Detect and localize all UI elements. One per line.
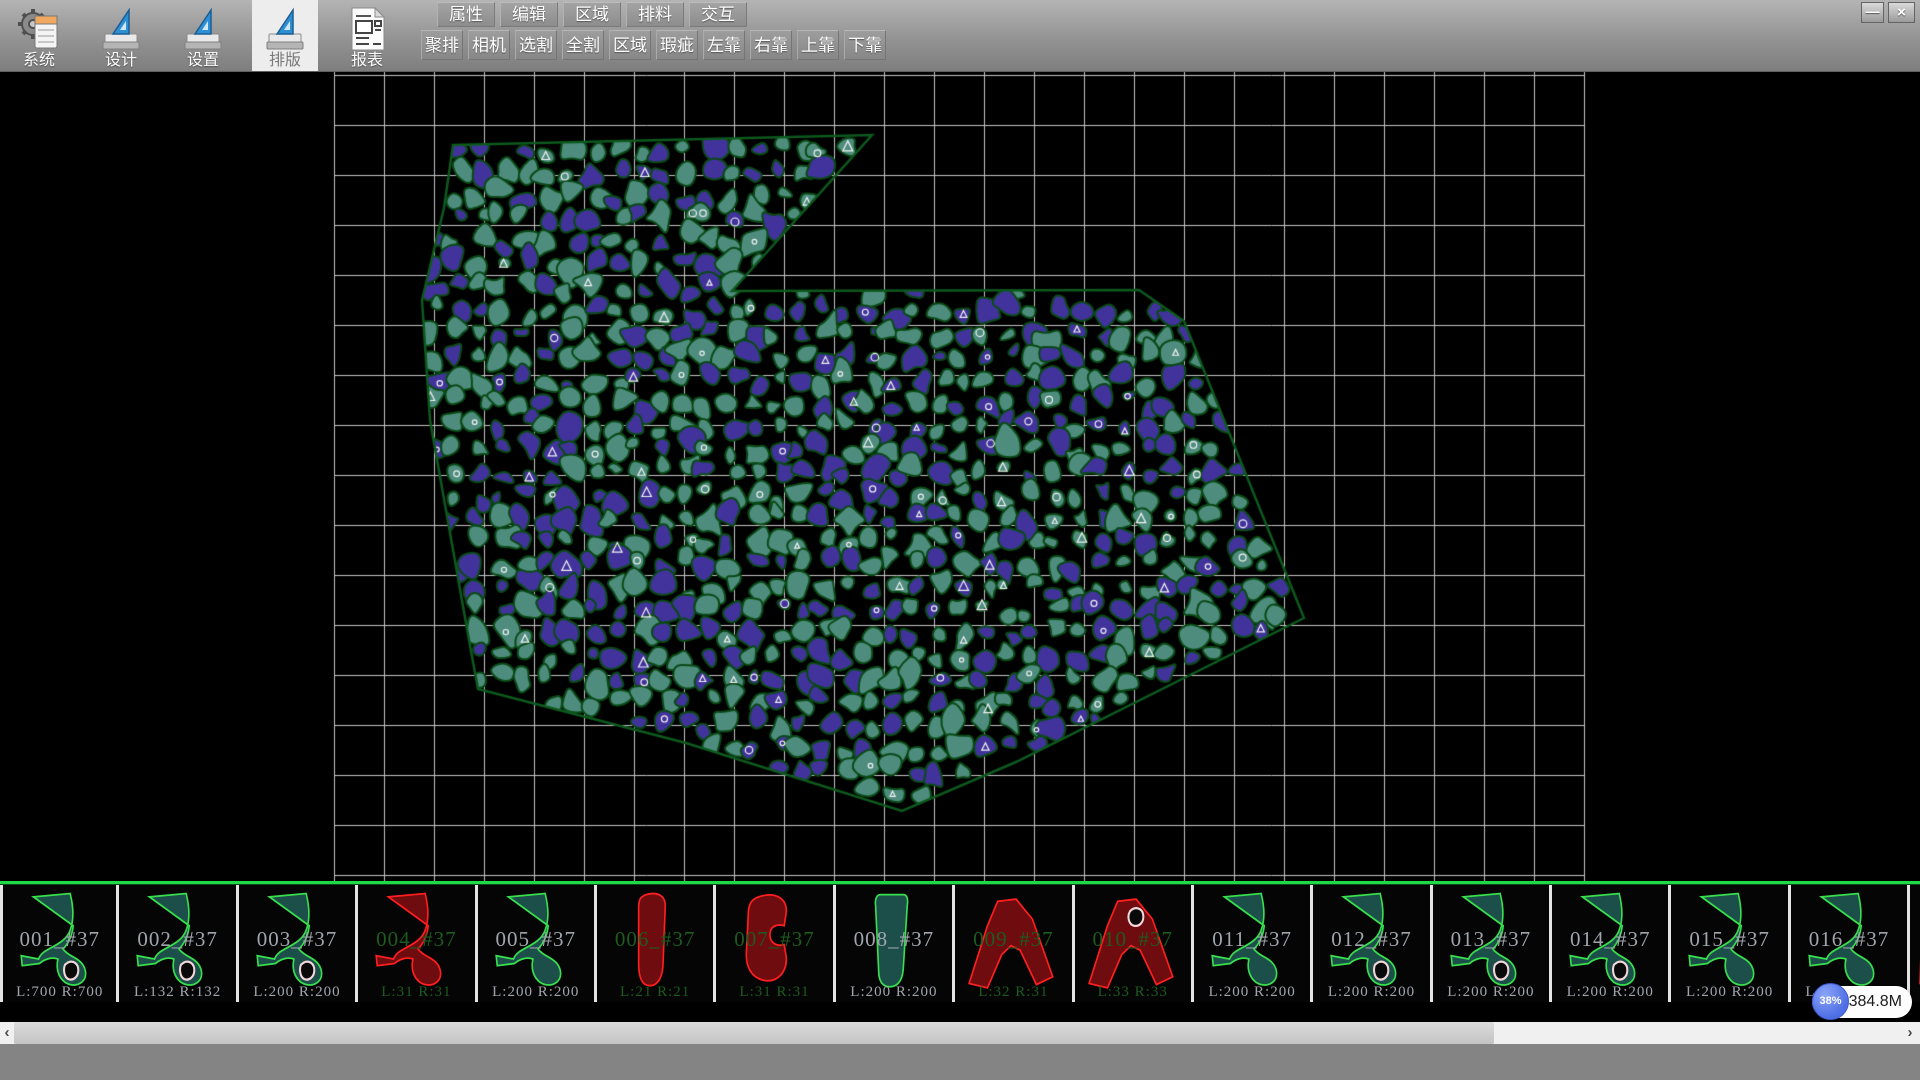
thumbnail-cell-2[interactable]: 002_#37L:132 R:132 xyxy=(119,885,238,1002)
progress-percent-badge: 38% xyxy=(1812,983,1849,1020)
report-icon xyxy=(345,6,389,52)
scroll-left-arrow-icon[interactable]: ‹ xyxy=(0,1022,14,1044)
thumbnail-cell-6[interactable]: 006_#37L:21 R:21 xyxy=(597,885,716,1002)
piece-shape xyxy=(486,888,588,999)
app-button-label: 设置 xyxy=(187,52,219,69)
app-button-2[interactable]: 设计 xyxy=(88,0,154,71)
thumbnail-cell-9[interactable]: 009_#37L:32 R:31 xyxy=(955,885,1074,1002)
piece-shape xyxy=(1679,888,1781,999)
piece-shape xyxy=(724,888,826,999)
piece-shape xyxy=(247,888,349,999)
nesting-workspace xyxy=(0,72,1920,881)
piece-shape xyxy=(1799,888,1901,999)
tool-button-3[interactable]: 选割 xyxy=(515,30,557,60)
tool-button-8[interactable]: 右靠 xyxy=(750,30,792,60)
status-badge: 38% 384.8M xyxy=(1812,986,1912,1018)
main-toolbar: 系统设计设置排版报表 属性编辑区域排料交互 聚排相机选割全割区域瑕疵左靠右靠上靠… xyxy=(0,0,1920,72)
tool-button-9[interactable]: 上靠 xyxy=(797,30,839,60)
piece-shape xyxy=(127,888,229,999)
app-button-label: 系统 xyxy=(23,52,55,69)
thumbnail-cell-15[interactable]: 015_#37L:200 R:200 xyxy=(1671,885,1790,1002)
app-button-label: 设计 xyxy=(105,52,137,69)
thumbnail-cell-12[interactable]: 012_#37L:200 R:200 xyxy=(1313,885,1432,1002)
tool-button-2[interactable]: 相机 xyxy=(468,30,510,60)
app-button-4[interactable]: 排版 xyxy=(252,0,318,71)
thumbnail-cell-14[interactable]: 014_#37L:200 R:200 xyxy=(1552,885,1671,1002)
thumbnail-cell-1[interactable]: 001_#37L:700 R:700 xyxy=(0,885,119,1002)
piece-shape xyxy=(605,888,707,999)
thumbnail-cell-7[interactable]: 007_#37L:31 R:31 xyxy=(716,885,835,1002)
memory-usage-label: 384.8M xyxy=(1849,993,1902,1011)
set-square-icon xyxy=(99,6,143,52)
piece-shape xyxy=(1560,888,1662,999)
scroll-right-arrow-icon[interactable]: › xyxy=(1903,1022,1917,1044)
menu-tab-4[interactable]: 排料 xyxy=(626,2,684,27)
thumbnail-cell-16[interactable]: 016_#37L:200 R:200 xyxy=(1791,885,1910,1002)
application-window: 系统设计设置排版报表 属性编辑区域排料交互 聚排相机选割全割区域瑕疵左靠右靠上靠… xyxy=(0,0,1920,1080)
app-button-label: 排版 xyxy=(269,52,301,69)
minimize-button[interactable]: — xyxy=(1861,2,1884,23)
tool-button-7[interactable]: 左靠 xyxy=(703,30,745,60)
thumbnail-cell-17[interactable]: L: xyxy=(1910,885,1920,1002)
set-square-icon xyxy=(181,6,225,52)
thumbnail-cell-4[interactable]: 004_#37L:31 R:31 xyxy=(358,885,477,1002)
menu-tab-1[interactable]: 属性 xyxy=(437,2,495,27)
thumbnail-cell-10[interactable]: 010_#37L:33 R:33 xyxy=(1075,885,1194,1002)
gear-notebook-icon xyxy=(17,6,61,52)
tool-button-5[interactable]: 区域 xyxy=(609,30,651,60)
app-button-5[interactable]: 报表 xyxy=(334,0,400,71)
app-button-1[interactable]: 系统 xyxy=(6,0,72,71)
app-button-label: 报表 xyxy=(351,52,383,69)
tool-button-row: 聚排相机选割全割区域瑕疵左靠右靠上靠下靠 xyxy=(421,30,891,60)
piece-shape xyxy=(963,888,1065,999)
piece-shape xyxy=(1202,888,1304,999)
thumbnail-cell-8[interactable]: 008_#37L:200 R:200 xyxy=(836,885,955,1002)
menu-tab-row: 属性编辑区域排料交互 xyxy=(437,2,752,27)
window-bottom-edge xyxy=(0,1044,1920,1080)
piece-thumbnail-strip: 001_#37L:700 R:700002_#37L:132 R:132003_… xyxy=(0,885,1920,1002)
piece-shape xyxy=(366,888,468,999)
tool-button-10[interactable]: 下靠 xyxy=(844,30,886,60)
thumbnail-cell-3[interactable]: 003_#37L:200 R:200 xyxy=(239,885,358,1002)
set-square-icon xyxy=(263,6,307,52)
piece-shape xyxy=(1083,888,1185,999)
nesting-canvas[interactable] xyxy=(0,72,1920,881)
close-button[interactable]: × xyxy=(1888,2,1915,23)
thumbnail-cell-13[interactable]: 013_#37L:200 R:200 xyxy=(1433,885,1552,1002)
thumbnail-cell-11[interactable]: 011_#37L:200 R:200 xyxy=(1194,885,1313,1002)
menu-tab-3[interactable]: 区域 xyxy=(563,2,621,27)
app-button-3[interactable]: 设置 xyxy=(170,0,236,71)
tool-button-1[interactable]: 聚排 xyxy=(421,30,463,60)
menu-tab-5[interactable]: 交互 xyxy=(689,2,747,27)
piece-shape xyxy=(1321,888,1423,999)
menu-tab-2[interactable]: 编辑 xyxy=(500,2,558,27)
thumbnail-cell-5[interactable]: 005_#37L:200 R:200 xyxy=(478,885,597,1002)
tool-button-4[interactable]: 全割 xyxy=(562,30,604,60)
piece-shape xyxy=(844,888,946,999)
piece-shape xyxy=(1441,888,1543,999)
piece-shape xyxy=(11,888,113,999)
horizontal-scrollbar[interactable]: ‹ › xyxy=(0,1022,1920,1044)
scrollbar-thumb[interactable] xyxy=(14,1022,1494,1044)
tool-button-6[interactable]: 瑕疵 xyxy=(656,30,698,60)
